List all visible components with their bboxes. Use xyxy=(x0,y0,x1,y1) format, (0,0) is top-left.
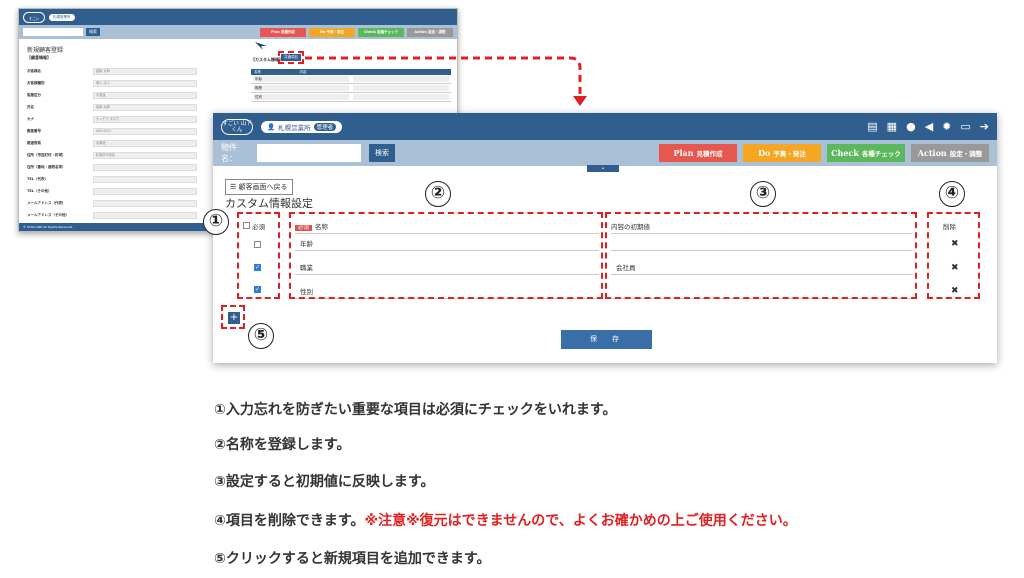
gear-icon[interactable]: ✹ xyxy=(942,120,951,133)
page-title: カスタム情報設定 xyxy=(225,197,313,210)
marker-1: ① xyxy=(203,209,229,235)
megaphone-icon[interactable]: ◀ xyxy=(925,120,933,133)
explanation-1: ①入力忘れを防ぎたい重要な項目は必須にチェックをいれます。 xyxy=(214,402,617,418)
explanation-2: ②名称を登録します。 xyxy=(214,437,351,453)
action-button[interactable]: Action 設定・調整 xyxy=(911,144,989,162)
office-name: 札幌営業所 xyxy=(278,123,311,132)
marker-2: ② xyxy=(425,181,451,207)
do-button[interactable]: Do 予算・発注 xyxy=(743,144,821,162)
highlight-required xyxy=(237,212,280,299)
app-logo[interactable]: すごい 山下くん xyxy=(221,118,253,135)
folder-icon[interactable]: ▭ xyxy=(960,120,970,133)
highlight-name xyxy=(289,212,603,299)
calendar-icon[interactable]: ▦ xyxy=(887,120,897,133)
explanation-4: ④項目を削除できます。※注意※復元はできませんので、よくお確かめの上ご使用くださ… xyxy=(214,513,797,529)
office-badge: 👤 札幌営業所 管理者 xyxy=(261,120,343,133)
property-label: 物件名： xyxy=(221,143,237,163)
logout-icon[interactable]: ➔ xyxy=(980,120,989,133)
back-to-customer-button[interactable]: ☰ 顧客画面へ戻る xyxy=(225,179,293,195)
chevron-down-icon[interactable]: ⌄ xyxy=(587,165,619,172)
marker-5: ⑤ xyxy=(248,323,274,349)
marker-3: ③ xyxy=(750,181,776,207)
marker-4: ④ xyxy=(939,181,965,207)
highlight-default xyxy=(605,212,917,299)
plan-button[interactable]: Plan 見積作成 xyxy=(659,144,737,162)
header-icons: ▤ ▦ ● ◀ ✹ ▭ ➔ xyxy=(867,120,989,133)
highlight-add xyxy=(221,305,245,329)
user-icon: 👤 xyxy=(267,122,276,131)
document-icon[interactable]: ▤ xyxy=(867,120,877,133)
chat-icon[interactable]: ● xyxy=(906,120,916,133)
explanation-5: ⑤クリックすると新規項目を追加できます。 xyxy=(214,551,491,567)
highlight-delete xyxy=(927,212,980,299)
property-search-input[interactable] xyxy=(257,144,361,162)
search-button[interactable]: 検索 xyxy=(369,144,395,162)
role-tag: 管理者 xyxy=(313,122,337,131)
main-screenshot: すごい 山下くん 👤 札幌営業所 管理者 ▤ ▦ ● ◀ ✹ ▭ ➔ 物件名： 検索… xyxy=(203,113,997,363)
header-bar: すごい 山下くん 👤 札幌営業所 管理者 ▤ ▦ ● ◀ ✹ ▭ ➔ xyxy=(213,113,997,140)
save-button[interactable]: 保 存 xyxy=(561,330,652,349)
explanation-3: ③設定すると初期値に反映します。 xyxy=(214,474,435,490)
warning-text: ※注意※復元はできませんので、よくお確かめの上ご使用ください。 xyxy=(364,513,797,529)
search-bar: 物件名： 検索 Plan 見積作成 Do 予算・発注 Check 各種チェック Act… xyxy=(213,140,997,172)
check-button[interactable]: Check 各種チェック xyxy=(827,144,905,162)
